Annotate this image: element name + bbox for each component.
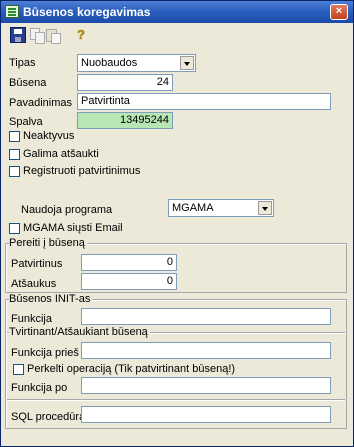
pereiti-title: Pereiti į būseną [9,237,87,249]
copy-icon[interactable] [29,27,45,44]
funkcija-po-label: Funkcija po [11,382,68,394]
galima-atsaukti-label: Galima atšaukti [23,148,99,160]
registruoti-label: Registruoti patvirtinimus [23,165,141,177]
neaktyvus-checkbox[interactable] [9,131,20,142]
patvirtinus-input[interactable]: 0 [81,254,177,271]
naudoja-programa-value: MGAMA [172,202,214,214]
busena-input[interactable]: 24 [77,74,173,91]
atsaukus-input[interactable]: 0 [81,273,177,290]
funkcija-pries-label: Funkcija prieš [11,347,79,359]
sql-label: SQL procedūra [11,411,86,423]
init-funkcija-input[interactable] [81,308,331,325]
perkelti-label: Perkelti operaciją (Tik patvirtinant būs… [27,363,236,375]
pavadinimas-input[interactable]: Patvirtinta [77,93,331,110]
help-icon[interactable]: ? [73,27,89,43]
perkelti-checkbox[interactable] [13,364,24,375]
tvirtinant-title: Tvirtinant/Atšaukiant būseną [9,326,150,338]
naudoja-programa-label: Naudoja programa [21,204,113,216]
sql-divider [7,399,345,401]
chevron-down-icon[interactable] [180,56,194,70]
init-title: Būsenos INIT-as [9,293,93,305]
atsaukus-label: Atšaukus [11,278,57,290]
funkcija-pries-input[interactable] [81,342,331,359]
busena-label: Būsena [9,77,47,89]
tipas-label: Tipas [9,57,36,69]
init-funkcija-label: Funkcija [11,313,52,325]
close-button[interactable]: × [330,4,348,20]
title-bar[interactable]: Būsenos koregavimas × [1,1,353,23]
galima-atsaukti-checkbox[interactable] [9,149,20,160]
sql-input[interactable] [81,406,331,423]
patvirtinus-label: Patvirtinus [11,258,63,270]
save-icon[interactable] [10,27,26,43]
chevron-down-icon[interactable] [258,201,272,215]
tipas-select[interactable]: Nuobaudos [77,54,196,72]
naudoja-programa-select[interactable]: MGAMA [168,199,274,217]
tipas-value: Nuobaudos [81,57,138,69]
neaktyvus-label: Neaktyvus [23,130,75,142]
spalva-input[interactable]: 13495244 [77,112,173,129]
window-title: Būsenos koregavimas [23,5,151,19]
dialog-window: Būsenos koregavimas × ? Tipas Nuobaudos … [0,0,354,447]
spalva-label: Spalva [9,116,43,128]
app-icon [5,5,19,18]
funkcija-po-input[interactable] [81,377,331,394]
mgama-email-label: MGAMA siųsti Email [23,222,123,234]
pavadinimas-label: Pavadinimas [9,97,72,109]
registruoti-checkbox[interactable] [9,166,20,177]
mgama-email-checkbox[interactable] [9,223,20,234]
paste-icon[interactable] [45,27,61,44]
